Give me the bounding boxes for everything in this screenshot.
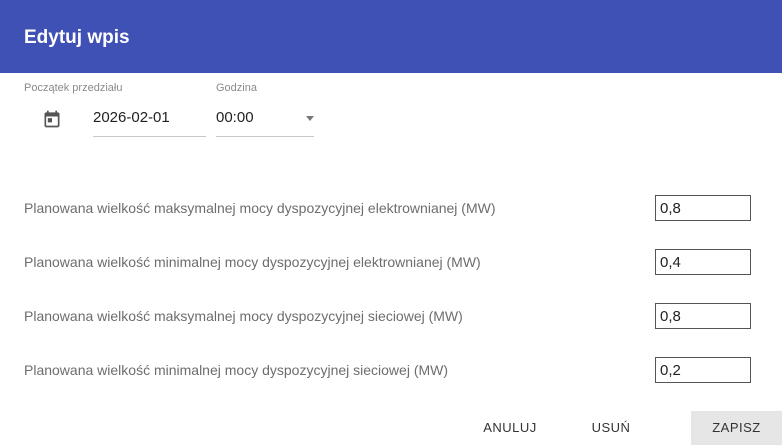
min-grid-power-label: Planowana wielkość minimalnej mocy dyspo… (24, 362, 449, 378)
start-date-value: 2026-02-01 (93, 109, 170, 126)
dialog-title: Edytuj wpis (24, 27, 130, 48)
start-date-label: Początek przedziału (24, 82, 123, 94)
min-grid-power-input[interactable] (655, 357, 751, 383)
max-power-plant-label: Planowana wielkość maksymalnej mocy dysp… (24, 200, 496, 216)
time-select-value: 00:00 (216, 109, 254, 126)
chevron-down-icon (306, 116, 314, 121)
min-power-plant-label: Planowana wielkość minimalnej mocy dyspo… (24, 254, 481, 270)
calendar-icon[interactable] (42, 109, 62, 129)
time-label: Godzina (216, 82, 257, 94)
dialog-header: Edytuj wpis (0, 0, 782, 73)
min-power-plant-input[interactable] (655, 249, 751, 275)
cancel-button[interactable]: ANULUJ (475, 411, 545, 445)
time-select[interactable]: 00:00 (216, 108, 314, 137)
max-power-plant-input[interactable] (655, 195, 751, 221)
start-date-field[interactable]: 2026-02-01 (93, 108, 206, 137)
delete-button[interactable]: USUŃ (586, 411, 636, 445)
max-grid-power-input[interactable] (655, 303, 751, 329)
save-button[interactable]: ZAPISZ (691, 411, 782, 445)
max-grid-power-label: Planowana wielkość maksymalnej mocy dysp… (24, 308, 463, 324)
